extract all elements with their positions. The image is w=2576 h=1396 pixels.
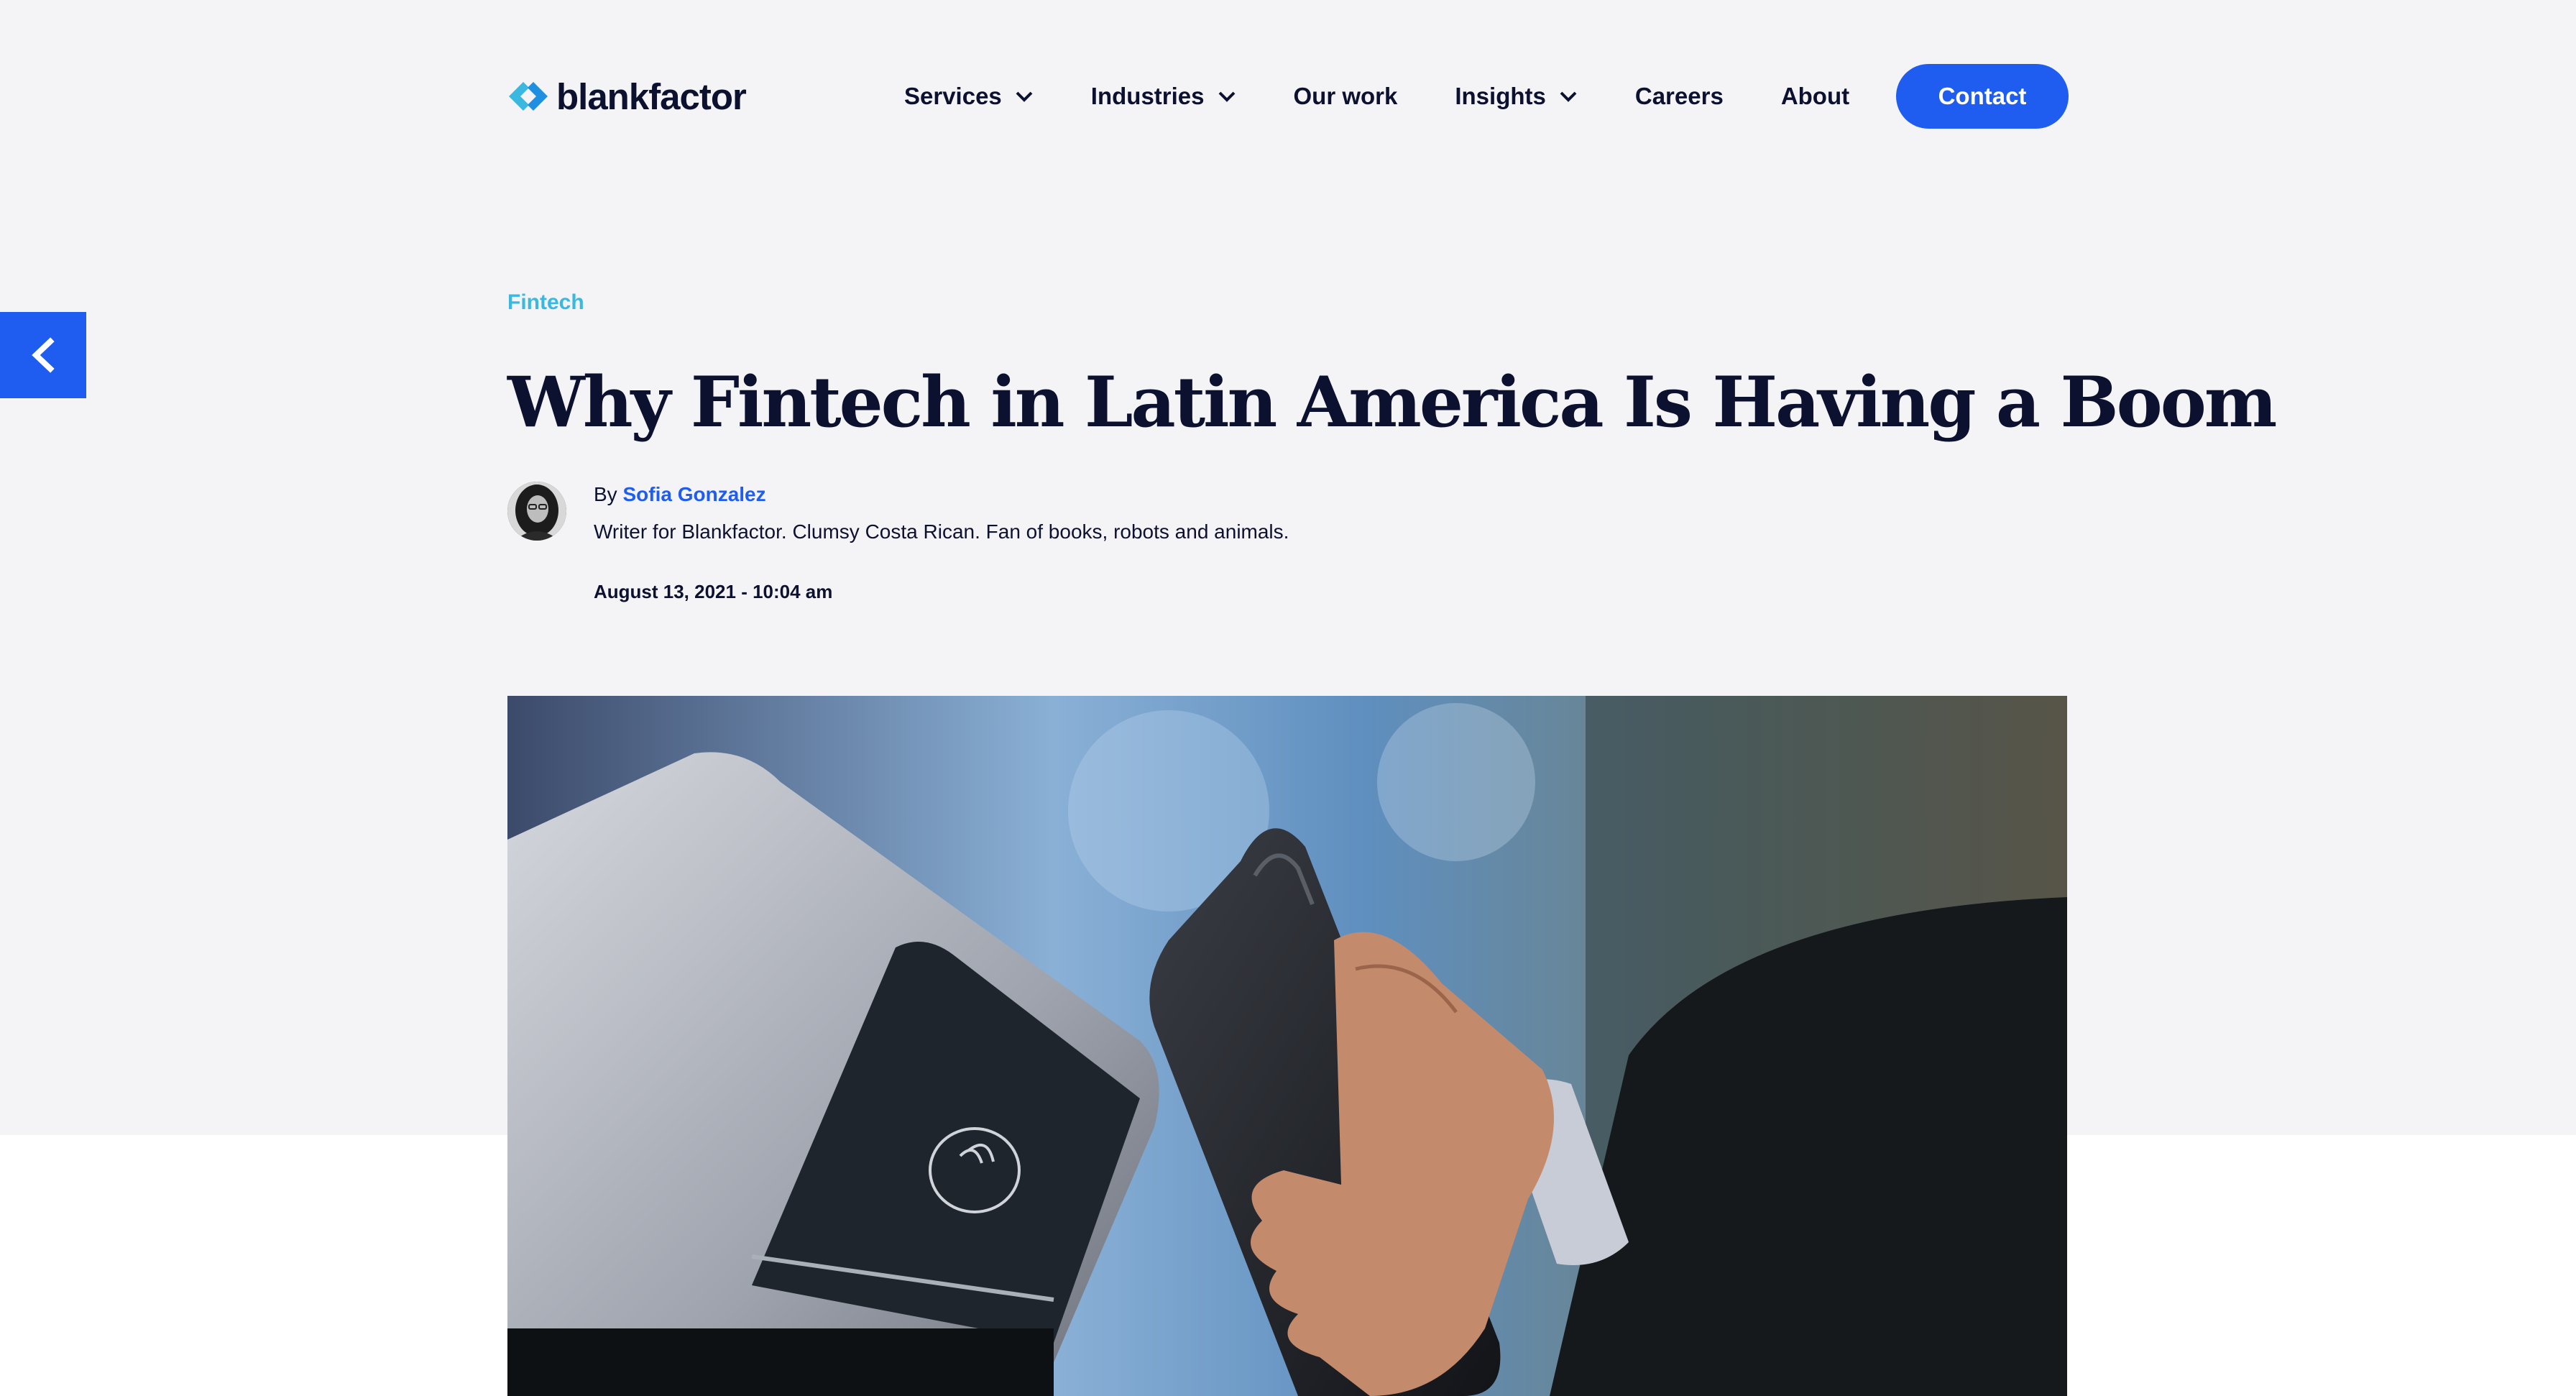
nav-label: Careers — [1634, 83, 1724, 109]
byline: By Sofia Gonzalez — [594, 483, 766, 506]
chevron-down-icon — [1560, 91, 1577, 102]
chevron-down-icon — [1218, 91, 1235, 102]
author-avatar — [507, 482, 566, 541]
category-link[interactable]: Fintech — [507, 290, 584, 315]
nav-item-insights[interactable]: Insights — [1455, 83, 1578, 110]
nav-item-our-work[interactable]: Our work — [1294, 83, 1398, 110]
nav-label: Industries — [1090, 83, 1205, 109]
author-photo — [507, 482, 566, 541]
contactless-payment-photo — [507, 696, 2067, 1396]
chevron-left-icon — [32, 337, 55, 373]
contact-button[interactable]: Contact — [1896, 64, 2069, 129]
nav-item-careers[interactable]: Careers — [1635, 83, 1724, 110]
chevron-brackets-icon — [509, 82, 548, 111]
author-bio: Writer for Blankfactor. Clumsy Costa Ric… — [594, 520, 1289, 543]
main-nav: Services Industries Our work Insights Ca… — [904, 76, 1849, 116]
article-title: Why Fintech in Latin America Is Having a… — [507, 362, 2277, 443]
back-button[interactable] — [0, 312, 86, 398]
logo-text: blankfactor — [556, 75, 747, 117]
nav-label: Services — [904, 83, 1002, 109]
author-link[interactable]: Sofia Gonzalez — [622, 483, 765, 505]
nav-label: Insights — [1455, 83, 1546, 109]
publish-date: August 13, 2021 - 10:04 am — [594, 581, 833, 602]
nav-item-about[interactable]: About — [1781, 83, 1849, 110]
nav-item-services[interactable]: Services — [904, 83, 1034, 110]
nav-label: Our work — [1293, 83, 1398, 109]
site-logo[interactable]: blankfactor — [507, 75, 747, 118]
by-label: By — [594, 483, 617, 505]
chevron-down-icon — [1016, 91, 1033, 102]
nav-label: About — [1780, 83, 1850, 109]
nav-item-industries[interactable]: Industries — [1091, 83, 1236, 110]
hero-image — [507, 696, 2067, 1396]
